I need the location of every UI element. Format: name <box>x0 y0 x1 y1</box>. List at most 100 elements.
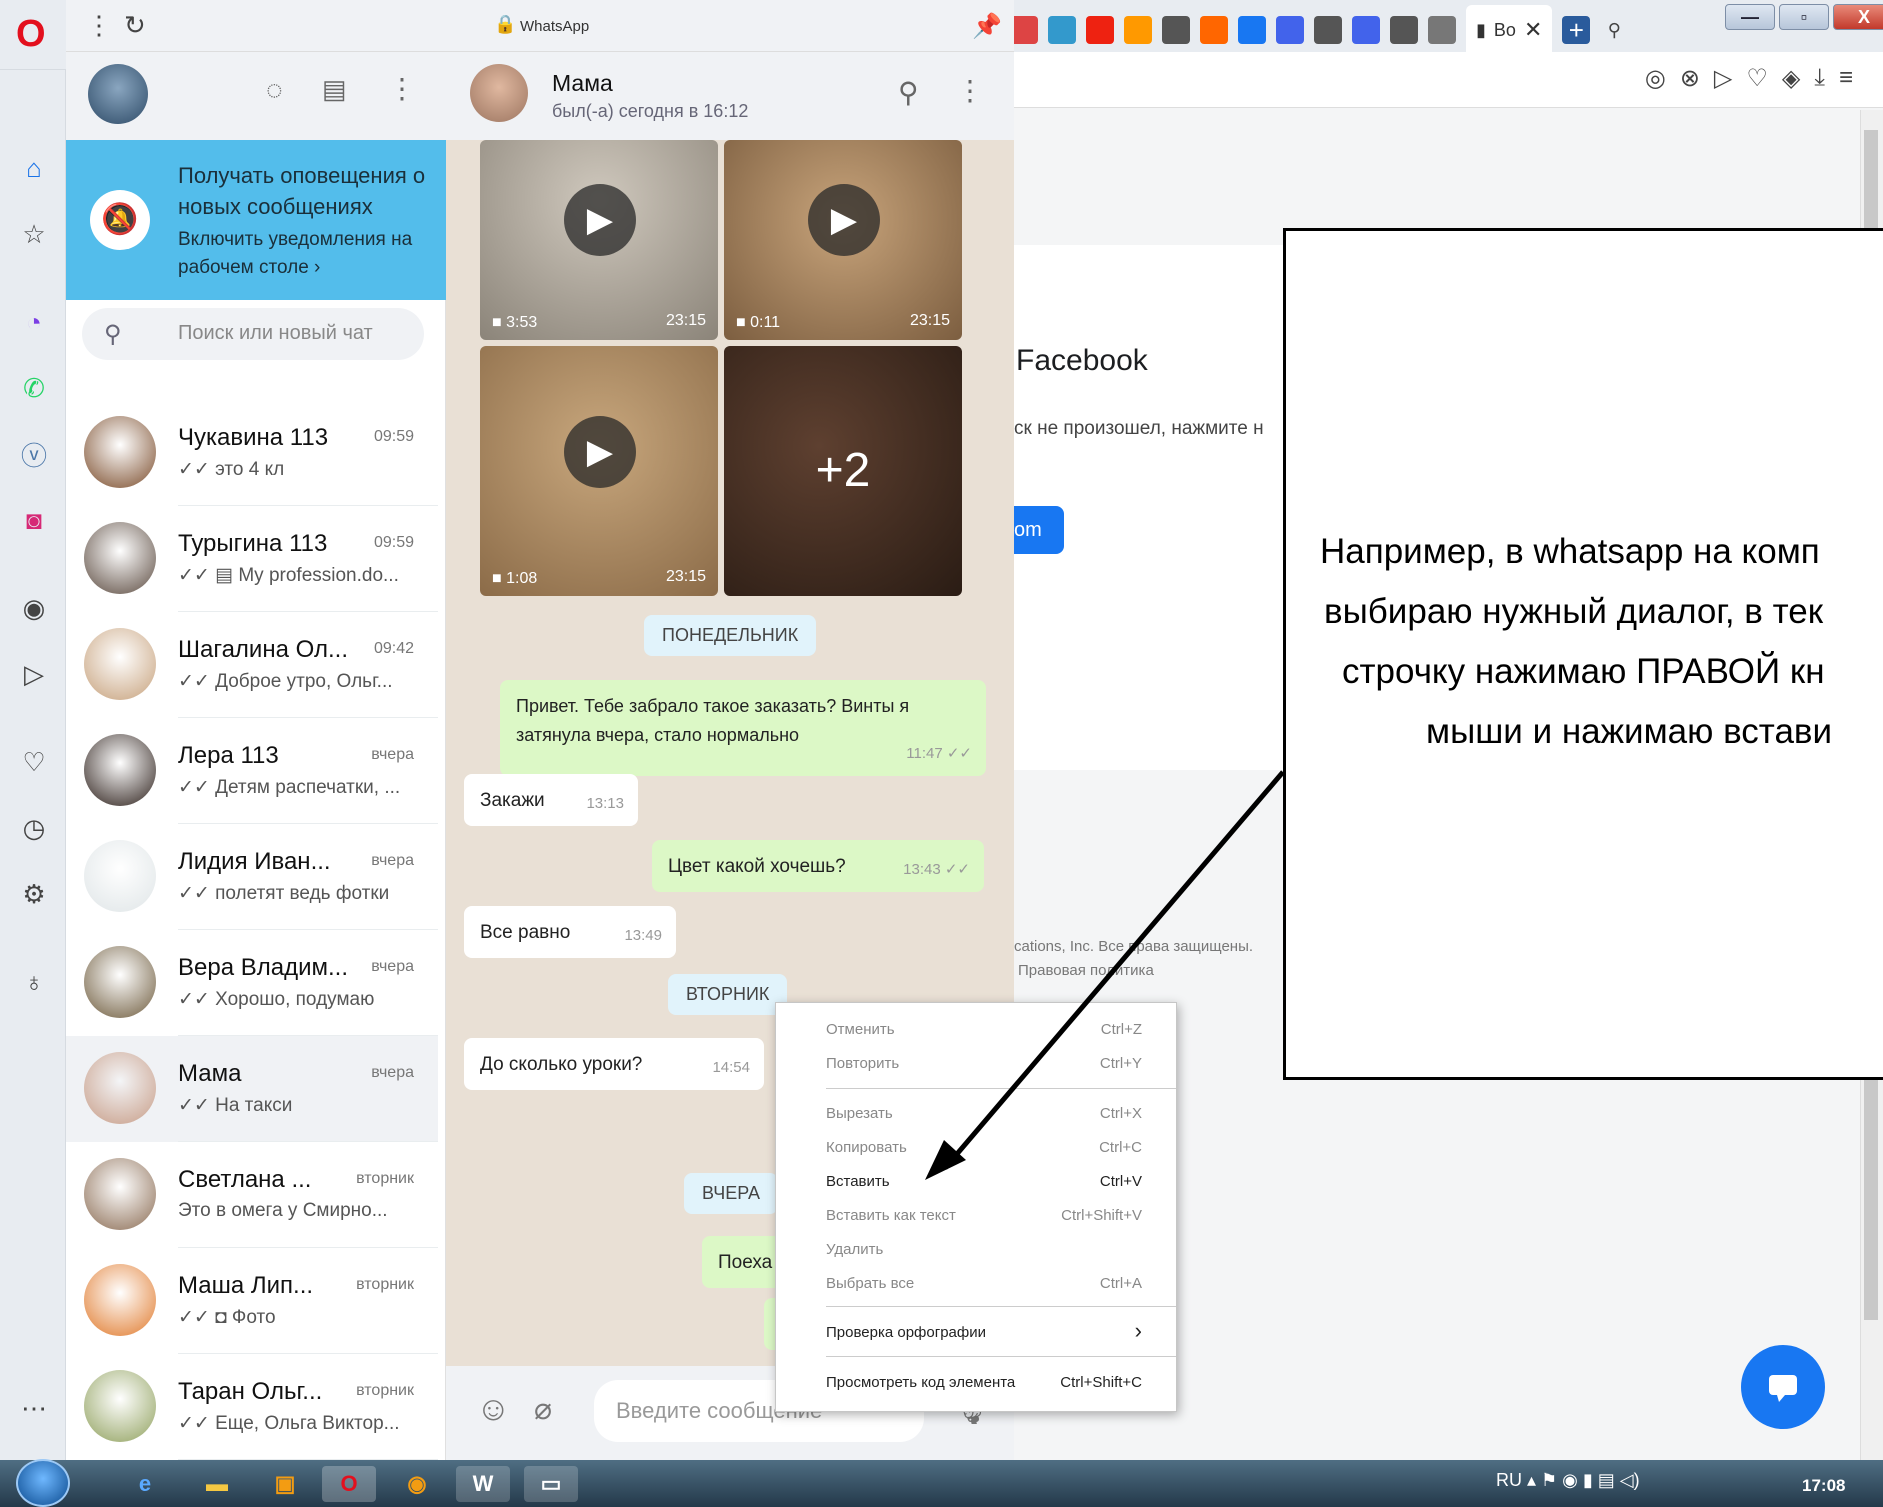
orange-square-icon[interactable] <box>1200 16 1228 44</box>
chat-list-item[interactable]: Таран Ольг... вторник ✓✓ Еще, Ольга Виктор… <box>66 1354 438 1460</box>
vk-icon[interactable]: ⓥ <box>18 438 50 471</box>
app-icon[interactable]: ▭ <box>524 1466 578 1502</box>
context-menu-shortcut: Ctrl+Y <box>1099 1055 1142 1072</box>
menu-icon[interactable]: ⋮ <box>956 74 984 107</box>
message-bubble[interactable]: Все равно 13:49 <box>464 906 676 958</box>
chat-list-item[interactable]: Вера Владим... вчера ✓✓ Хорошо, подумаю <box>66 930 438 1036</box>
message-bubble[interactable]: До сколько уроки? 14:54 <box>464 1038 764 1090</box>
new-chat-icon[interactable]: ▤ <box>322 74 347 105</box>
message-bubble[interactable]: Закажи 13:13 <box>464 774 638 826</box>
chat-list-item[interactable]: Лидия Иван... вчера ✓✓ полетят ведь фотки <box>66 824 438 930</box>
media-icon[interactable]: ▣ <box>258 1466 312 1502</box>
video-thumbnail[interactable]: ▶ ■ 3:53 23:15 <box>480 140 718 340</box>
youtube-icon[interactable] <box>1086 16 1114 44</box>
status-icon[interactable]: ◌ <box>266 74 283 106</box>
instagram-icon[interactable]: ◙ <box>18 504 50 536</box>
opera-taskbar-icon[interactable]: O <box>322 1466 376 1502</box>
chat-list-item[interactable]: Мама вчера ✓✓ На такси <box>66 1036 438 1142</box>
chat-list-item[interactable]: Маша Лип... вторник ✓✓ ◘ Фото <box>66 1248 438 1354</box>
attach-icon[interactable]: ⌀ <box>534 1392 552 1427</box>
adblock-icon[interactable]: ⊗ <box>1680 64 1700 93</box>
start-button[interactable] <box>16 1459 70 1507</box>
book-icon[interactable] <box>1010 16 1038 44</box>
close-tab-icon[interactable]: ✕ <box>1524 17 1542 43</box>
box-icon[interactable]: ◈ <box>1782 64 1800 93</box>
facebook-button[interactable]: om <box>1006 506 1064 554</box>
player-icon[interactable]: ◉ <box>18 592 50 624</box>
heart-icon[interactable]: ♡ <box>18 746 50 778</box>
message-bubble[interactable]: Цвет какой хочешь? 13:43 ✓✓ <box>652 840 984 892</box>
opera-logo[interactable]: O <box>16 14 52 54</box>
word-icon[interactable]: W <box>456 1466 510 1502</box>
send-icon[interactable]: ▷ <box>1714 64 1732 93</box>
chrome-icon[interactable]: ◉ <box>390 1466 444 1502</box>
facebook-icon[interactable] <box>1238 16 1266 44</box>
more-media-thumbnail[interactable]: +2 <box>724 346 962 596</box>
settings-icon[interactable]: ⚙ <box>18 878 50 910</box>
contact-avatar[interactable] <box>470 64 528 122</box>
context-menu-item[interactable]: Удалить <box>826 1241 883 1258</box>
send-icon[interactable]: ▷ <box>18 658 50 690</box>
emoji-icon[interactable]: ☺ <box>476 1390 511 1429</box>
minimize-button[interactable]: — <box>1725 4 1775 30</box>
language-indicator[interactable]: RU <box>1496 1470 1522 1490</box>
chat-list-item[interactable]: Чукавина 113 09:59 ✓✓ это 4 кл <box>66 400 438 506</box>
chat-list-item[interactable]: Турыгина 113 09:59 ✓✓ ▤ My profession.do..… <box>66 506 438 612</box>
video-thumbnail[interactable]: ▶ ■ 1:08 23:15 <box>480 346 718 596</box>
more-icon[interactable]: ⋯ <box>18 1392 50 1424</box>
whatsapp-icon[interactable]: ✆ <box>18 372 50 404</box>
heart-icon[interactable]: ♡ <box>1746 64 1768 93</box>
home-icon[interactable]: ⌂ <box>18 152 50 184</box>
bulb-icon[interactable]: ♁ <box>18 966 50 998</box>
context-menu-item[interactable]: Повторить <box>826 1055 899 1072</box>
chat-list-item[interactable]: Лера 113 вчера ✓✓ Детям распечатки, ... <box>66 718 438 824</box>
close-window-button[interactable]: X <box>1833 4 1883 30</box>
context-menu-item[interactable]: Вставить <box>826 1173 890 1190</box>
list-icon[interactable] <box>1276 16 1304 44</box>
active-tab[interactable]: ▮ Bo ✕ <box>1466 5 1553 55</box>
pin-icon[interactable]: 📌 <box>972 12 1002 41</box>
avatar[interactable] <box>88 64 148 124</box>
star-icon[interactable]: ☆ <box>18 218 50 250</box>
download-icon[interactable]: ⤓ <box>1814 64 1825 93</box>
chat-preview: ✓✓ На такси <box>178 1095 293 1116</box>
chat-list-item[interactable]: Шагалина Ол... 09:42 ✓✓ Доброе утро, Ольг.… <box>66 612 438 718</box>
context-menu-item[interactable]: Проверка орфографии <box>826 1324 986 1341</box>
menu-icon[interactable]: ≡ <box>1839 64 1853 93</box>
chat-bubble-button[interactable] <box>1741 1345 1825 1429</box>
doc-icon[interactable] <box>1314 16 1342 44</box>
doc-icon[interactable] <box>1162 16 1190 44</box>
maximize-button[interactable]: ▫ <box>1779 4 1829 30</box>
message-bubble[interactable]: Привет. Тебе забрало такое заказать? Вин… <box>500 680 986 776</box>
context-menu-item[interactable]: Вставить как текст <box>826 1207 956 1224</box>
context-menu-item[interactable]: Вырезать <box>826 1105 893 1122</box>
clock[interactable]: 17:08 <box>1802 1476 1845 1496</box>
list-icon[interactable] <box>1352 16 1380 44</box>
search-icon[interactable]: ⚲ <box>898 76 919 109</box>
video-thumbnail[interactable]: ▶ ■ 0:11 23:15 <box>724 140 962 340</box>
play-icon[interactable]: ▶ <box>564 184 636 256</box>
send-icon[interactable] <box>1048 16 1076 44</box>
more-vertical-icon[interactable]: ⋮ <box>86 10 112 41</box>
menu-icon[interactable]: ⋮ <box>388 72 416 105</box>
chat-list-item[interactable]: Светлана ... вторник Это в омега у Смирно.… <box>66 1142 438 1248</box>
facebook-footer-policy[interactable]: Правовая политика <box>1018 962 1154 979</box>
new-tab-button[interactable]: + <box>1562 15 1591 45</box>
context-menu-item[interactable]: Копировать <box>826 1139 907 1156</box>
history-icon[interactable]: ◷ <box>18 812 50 844</box>
search-tabs-icon[interactable]: ⚲ <box>1600 16 1628 44</box>
context-menu-item[interactable]: Отменить <box>826 1021 895 1038</box>
notification-link[interactable]: Включить уведомления на рабочем столе › <box>178 226 438 282</box>
play-icon[interactable]: ▶ <box>564 416 636 488</box>
camera-icon[interactable]: ◎ <box>1645 64 1666 93</box>
context-menu-item[interactable]: Просмотреть код элемента <box>826 1374 1015 1391</box>
ok-icon[interactable] <box>1124 16 1152 44</box>
context-menu-item[interactable]: Выбрать все <box>826 1275 914 1292</box>
reload-icon[interactable]: ↻ <box>124 10 146 41</box>
messenger-icon[interactable]: ◔ <box>18 306 50 338</box>
grid-icon[interactable] <box>1428 16 1456 44</box>
ie-icon[interactable]: e <box>118 1466 172 1502</box>
explorer-icon[interactable]: ▬ <box>190 1466 244 1502</box>
play-icon[interactable]: ▶ <box>808 184 880 256</box>
doc-icon[interactable] <box>1390 16 1418 44</box>
